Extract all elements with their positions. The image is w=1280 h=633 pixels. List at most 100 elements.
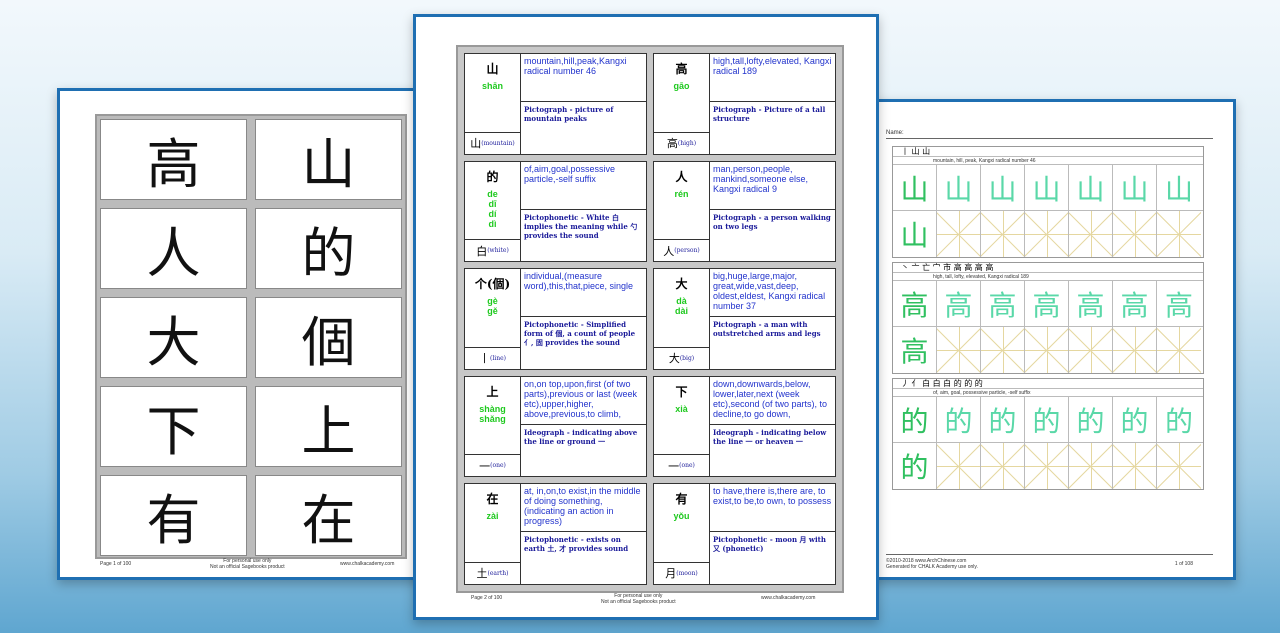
radical-label: (moon) — [676, 569, 698, 577]
radical-char: 大 — [668, 352, 680, 366]
card-meaning: man,person,people, mankind,someone else,… — [710, 162, 835, 210]
footer-note: For personal use only Not an official Sa… — [210, 558, 285, 570]
practice-cell[interactable] — [981, 211, 1025, 257]
definition-grid: 山 shān mountain,hill,peak,Kangxi radical n… — [456, 45, 844, 593]
radical-char: 土 — [476, 567, 488, 581]
card-meaning: mountain,hill,peak,Kangxi radical number… — [521, 54, 646, 102]
practice-cell[interactable] — [1113, 327, 1157, 373]
character-box: 山 shān — [465, 54, 521, 132]
character-box: 上 shàng shǎng — [465, 376, 521, 455]
card-pinyin: de dī dí dì — [487, 188, 498, 229]
footer-copyright: ©2010-2018 www.ArchChinese.com Generated… — [886, 558, 978, 570]
trace-cell: 的 — [937, 397, 981, 442]
practice-cell[interactable] — [1069, 211, 1113, 257]
radical-char: 白 — [476, 244, 488, 258]
practice-cell[interactable] — [1113, 443, 1157, 489]
card-character: 大 — [675, 277, 688, 292]
card-etymology: Pictograph - Picture of a tall structure — [713, 105, 826, 123]
card-pinyin: gāo — [673, 81, 690, 91]
flashcard: 的 — [255, 208, 402, 289]
card-meaning: individual,(measure word),this,that,piec… — [521, 269, 646, 318]
radical-char: 月 — [665, 567, 677, 581]
character-box: 人 rén — [654, 161, 710, 240]
card-radical: 山 (mountain) — [465, 131, 521, 154]
radical-label: (one) — [490, 462, 506, 470]
definition-card: 人 rén man,person,people, mankind,someone e… — [653, 160, 836, 263]
trace-cell: 山 — [1069, 165, 1113, 210]
trace-cell: 山 — [893, 165, 937, 210]
practice-cell[interactable] — [1069, 443, 1113, 489]
practice-cell: 山 — [893, 211, 937, 257]
practice-cell[interactable] — [937, 327, 981, 373]
radical-char: 人 — [663, 244, 675, 258]
practice-meaning: of, aim, goal, possessive particle, -sel… — [893, 389, 1203, 397]
card-meaning: at, in,on,to exist,in the middle of doin… — [521, 484, 646, 533]
practice-cell[interactable] — [1157, 211, 1201, 257]
practice-cell[interactable] — [1157, 327, 1201, 373]
worksheet-sheet: Name: 丨 山 山 mountain, hill, peak, Kangxi … — [873, 99, 1236, 580]
radical-label: (mountain) — [481, 139, 515, 147]
footer-note: For personal use only Not an official Sa… — [601, 593, 676, 605]
card-etymology: Pictophonetic - exists on earth 土, 才 pro… — [524, 535, 629, 554]
trace-cell: 的 — [1164, 404, 1193, 438]
card-etymology: Pictograph - picture of mountain peaks — [524, 105, 614, 123]
card-etymology: Ideograph - indicating below the line 一 … — [713, 427, 827, 446]
card-pinyin: yǒu — [673, 511, 690, 522]
blank-row: 高 — [893, 327, 1203, 373]
practice-cell[interactable] — [1025, 443, 1069, 489]
card-character: 高 — [675, 62, 688, 76]
practice-block: 丨 山 山 mountain, hill, peak, Kangxi radica… — [892, 146, 1204, 258]
stroke-order: 丨 山 山 — [893, 147, 1203, 157]
flashcard: 高 — [100, 119, 247, 200]
flashcard: 山 — [255, 119, 402, 200]
card-meaning: to have,there is,there are, to exist,to … — [710, 484, 835, 533]
practice-cell[interactable] — [937, 443, 981, 489]
trace-cell: 的 — [1113, 397, 1157, 442]
practice-cell[interactable] — [981, 327, 1025, 373]
character-box: 在 zài — [465, 484, 521, 562]
practice-meaning: mountain, hill, peak, Kangxi radical num… — [893, 157, 1203, 165]
flashcard: 上 — [255, 386, 402, 467]
practice-cell: 高 — [893, 327, 937, 373]
practice-meaning: high, tall, lofty, elevated, Kangxi radi… — [893, 273, 1203, 281]
blank-row: 山 — [893, 211, 1203, 257]
radical-char: 山 — [470, 137, 482, 151]
name-line — [886, 138, 1213, 139]
card-pinyin: zài — [486, 511, 499, 522]
flashcard: 下 — [100, 386, 247, 467]
character-box: 大 dà dài — [654, 269, 710, 347]
card-radical: 大 (big) — [654, 346, 710, 369]
footer-page: Page 1 of 100 — [100, 561, 132, 567]
trace-cell: 高 — [1113, 281, 1157, 326]
card-radical: 高 (high) — [654, 131, 710, 154]
card-pinyin: gè gě — [487, 296, 498, 317]
trace-row: 山山山山山山山 — [893, 165, 1203, 211]
trace-row: 的的的的的的的 — [893, 397, 1203, 443]
practice-cell[interactable] — [1025, 211, 1069, 257]
card-pinyin: dà dài — [674, 296, 688, 317]
trace-cell: 山 — [1113, 165, 1157, 210]
footer-page: 1 of 108 — [1174, 561, 1193, 567]
character-box: 有 yǒu — [654, 484, 710, 562]
card-pinyin: xià — [675, 403, 688, 414]
card-meaning: big,huge,large,major, great,wide,vast,de… — [710, 269, 835, 318]
card-etymology: Pictograph - a man with outstretched arm… — [713, 320, 821, 339]
definition-card: 的 de dī dí dì of,aim,goal,possessive parti… — [464, 160, 647, 263]
flashcard-grid: 高山人的大個下上有在 — [95, 114, 407, 559]
practice-cell[interactable] — [1113, 211, 1157, 257]
practice-cell[interactable] — [1069, 327, 1113, 373]
card-radical: 一 (one) — [465, 454, 521, 477]
character-box: 高 gāo — [654, 54, 710, 132]
definition-card: 有 yǒu to have,there is,there are, to exist… — [653, 483, 836, 585]
trace-cell: 的 — [1069, 397, 1113, 442]
practice-cell[interactable] — [937, 211, 981, 257]
practice-cell[interactable] — [981, 443, 1025, 489]
definition-card: 高 gāo high,tall,lofty,elevated, Kangxi rad… — [653, 53, 836, 155]
radical-char: 一 — [668, 459, 680, 473]
practice-block: 丶 亠 亡 宀 市 高 高 高 高 high, tall, lofty, elev… — [892, 262, 1204, 374]
card-pinyin: shān — [481, 81, 503, 91]
card-meaning: down,downwards,below, lower,later,next (… — [710, 377, 835, 425]
practice-cell[interactable] — [1025, 327, 1069, 373]
practice-cell[interactable] — [1157, 443, 1201, 489]
flashcard: 人 — [100, 208, 247, 289]
